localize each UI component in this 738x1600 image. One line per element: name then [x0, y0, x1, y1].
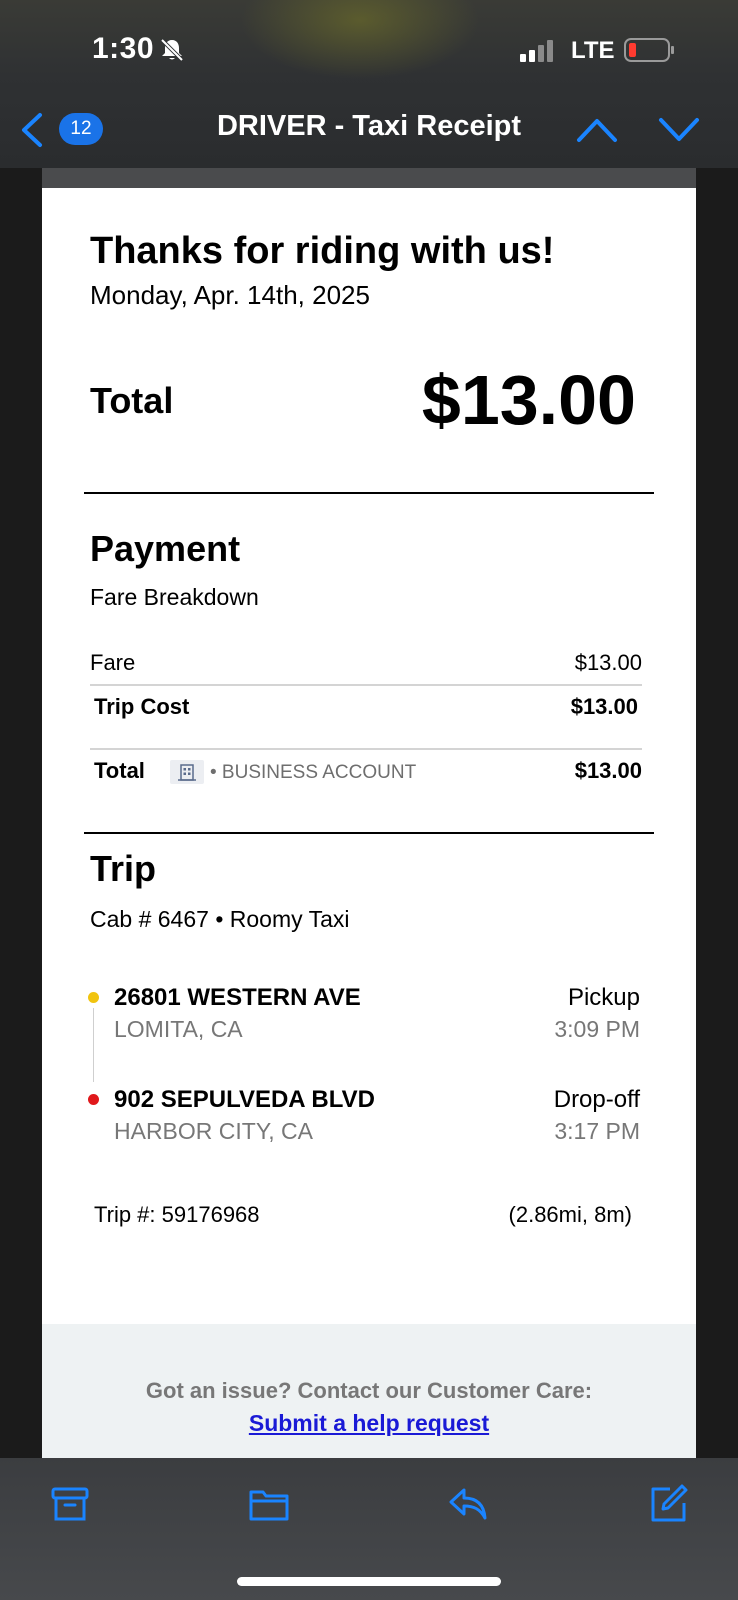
payment-total-amount: $13.00: [574, 758, 642, 783]
trip-title: Trip: [90, 848, 157, 889]
help-request-link[interactable]: Submit a help request: [42, 1410, 696, 1437]
mail-margin-left: [0, 168, 42, 1458]
bell-slash-icon: [160, 38, 184, 62]
payment-total-label: Total: [94, 758, 145, 783]
payment-title: Payment: [90, 528, 241, 569]
total-label: Total: [90, 380, 174, 421]
home-indicator[interactable]: [237, 1577, 501, 1586]
fare-row: Fare $13.00: [90, 650, 642, 676]
status-time: 1:30: [92, 32, 155, 65]
dropoff-city: HARBOR CITY, CA: [114, 1118, 313, 1144]
row-divider: [90, 684, 642, 686]
business-account-label: • BUSINESS ACCOUNT: [210, 762, 417, 783]
signal-icon: [520, 40, 553, 62]
dropoff-dot: [88, 1094, 99, 1105]
pickup-city: LOMITA, CA: [114, 1016, 243, 1042]
row-divider: [90, 748, 642, 750]
receipt-email-body[interactable]: Thanks for riding with us! Monday, Apr. …: [42, 188, 696, 1458]
top-glow: [240, 0, 480, 80]
trip-number: Trip #: 59176968: [94, 1202, 260, 1227]
fare-amount: $13.00: [574, 650, 642, 675]
fare-breakdown-subtitle: Fare Breakdown: [90, 584, 259, 610]
pickup-dot: [88, 992, 99, 1003]
archive-icon[interactable]: [50, 1484, 90, 1524]
building-icon: [170, 760, 204, 784]
pickup-time: 3:09 PM: [554, 1016, 640, 1042]
trip-cost-row: Trip Cost $13.00: [94, 694, 638, 720]
mail-margin-right: [696, 168, 738, 1458]
receipt-date: Monday, Apr. 14th, 2025: [90, 280, 370, 310]
compose-icon[interactable]: [648, 1484, 688, 1524]
chevron-down-icon[interactable]: [658, 116, 700, 144]
section-divider: [84, 832, 654, 834]
message-title: DRIVER - Taxi Receipt: [216, 110, 522, 142]
support-text: Got an issue? Contact our Customer Care:: [145, 1378, 593, 1403]
route-line: [93, 1008, 94, 1082]
battery-low-icon: [624, 38, 674, 62]
reply-icon[interactable]: [448, 1484, 488, 1524]
section-divider: [84, 492, 654, 494]
receipt-heading: Thanks for riding with us!: [90, 230, 555, 272]
network-label: LTE: [571, 37, 615, 64]
folder-icon[interactable]: [249, 1484, 289, 1524]
dropoff-label: Drop-off: [553, 1086, 640, 1113]
trip-distance: (2.86mi, 8m): [508, 1202, 632, 1227]
dropoff-time: 3:17 PM: [554, 1118, 640, 1144]
dropoff-address: 902 SEPULVEDA BLVD: [114, 1086, 375, 1113]
total-amount: $13.00: [421, 361, 636, 439]
pickup-label: Pickup: [567, 984, 640, 1011]
fare-label: Fare: [90, 650, 136, 675]
trip-cost-label: Trip Cost: [94, 694, 190, 719]
chevron-left-icon[interactable]: [20, 112, 44, 148]
pickup-address: 26801 WESTERN AVE: [114, 984, 361, 1011]
mail-header-edge: [42, 168, 696, 188]
unread-count-badge[interactable]: 12: [59, 113, 103, 145]
chevron-up-icon[interactable]: [576, 116, 618, 144]
trip-cost-amount: $13.00: [570, 694, 638, 719]
cab-info: Cab # 6467 • Roomy Taxi: [90, 906, 350, 932]
